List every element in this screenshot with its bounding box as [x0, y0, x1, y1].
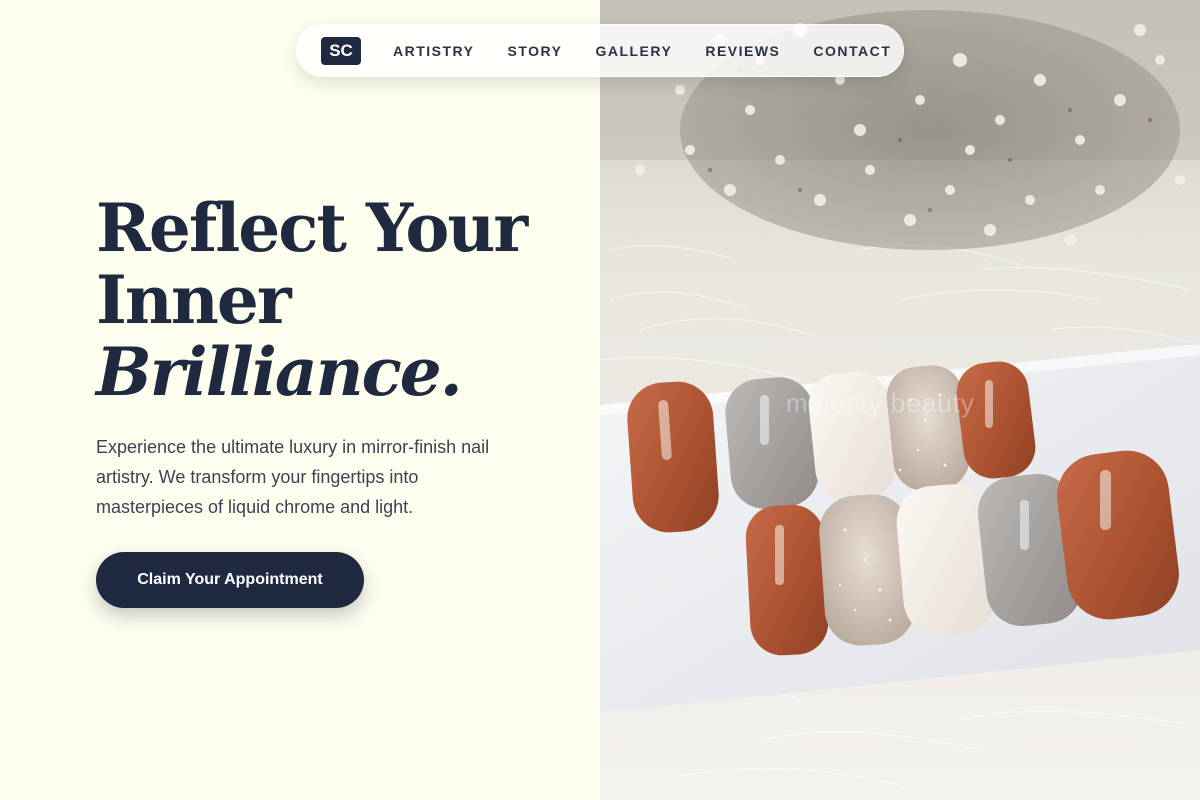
- image-watermark: majesty beauty: [786, 388, 975, 418]
- logo[interactable]: SC: [321, 36, 361, 65]
- nav-link-reviews[interactable]: REVIEWS: [705, 43, 780, 59]
- hero-title-line-2: Inner: [96, 261, 292, 339]
- hero-title-line-1: Reflect Your: [96, 189, 528, 267]
- nav-link-contact[interactable]: CONTACT: [813, 43, 891, 59]
- hero-title: Reflect Your Inner Brilliance.: [96, 192, 576, 408]
- hero-title-line-3: Brilliance.: [96, 333, 463, 411]
- nav-link-artistry[interactable]: ARTISTRY: [393, 43, 474, 59]
- nav-link-story[interactable]: STORY: [507, 43, 562, 59]
- claim-appointment-button[interactable]: Claim Your Appointment: [96, 552, 364, 608]
- nav-link-gallery[interactable]: GALLERY: [595, 43, 672, 59]
- top-nav: SC ARTISTRY STORY GALLERY REVIEWS CONTAC…: [296, 24, 904, 77]
- hero-description: Experience the ultimate luxury in mirror…: [96, 437, 490, 517]
- hero-left-panel: Reflect Your Inner Brilliance. Experienc…: [0, 0, 600, 800]
